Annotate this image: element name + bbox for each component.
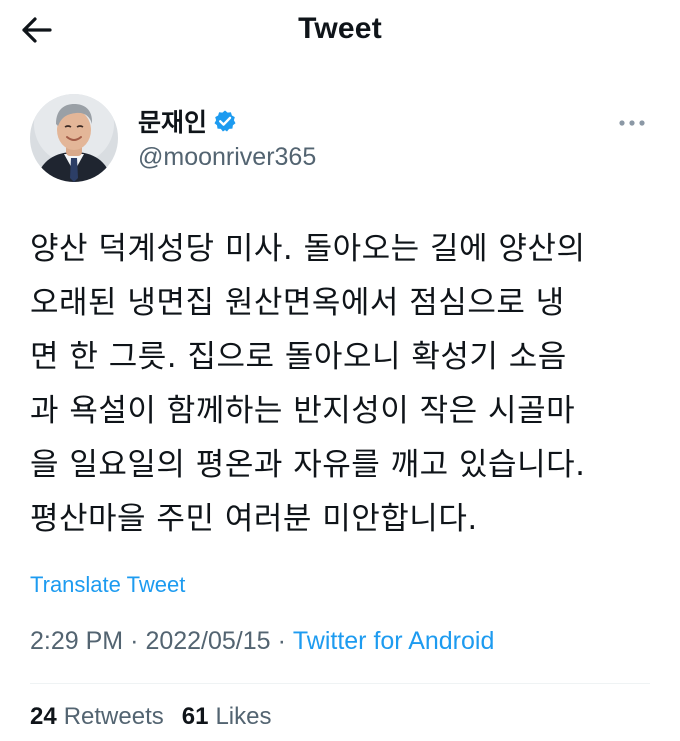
tweet-stats: 24 Retweets 61 Likes <box>30 703 289 731</box>
tweet-time[interactable]: 2:29 PM <box>30 627 123 656</box>
separator-dot: · <box>277 627 286 655</box>
author-handle[interactable]: @moonriver365 <box>138 143 316 172</box>
separator-dot: · <box>130 627 139 655</box>
display-name[interactable]: 문재인 <box>138 103 207 139</box>
more-horizontal-icon <box>619 120 645 126</box>
retweets-count: 24 <box>30 703 57 730</box>
tweet-text: 양산 덕계성당 미사. 돌아오는 길에 양산의 오래된 냉면집 원산면옥에서 점… <box>30 231 586 537</box>
likes-stat[interactable]: 61 Likes <box>182 703 272 731</box>
tweet-source-link[interactable]: Twitter for Android <box>293 627 494 656</box>
tweet-date[interactable]: 2022/05/15 <box>145 627 270 656</box>
divider <box>30 683 650 684</box>
verified-badge-icon <box>213 109 237 133</box>
page-title: Tweet <box>298 12 382 45</box>
translate-tweet-link[interactable]: Translate Tweet <box>30 572 185 598</box>
likes-label: Likes <box>215 703 272 730</box>
avatar[interactable] <box>30 94 118 182</box>
top-bar: Tweet <box>0 0 680 62</box>
profile-photo <box>30 94 118 182</box>
likes-count: 61 <box>181 703 209 730</box>
author-name-row: 문재인 <box>138 104 237 138</box>
tweet-metadata: 2:29 PM · 2022/05/15 · Twitter for Andro… <box>30 627 494 656</box>
more-button[interactable] <box>612 108 652 138</box>
retweets-stat[interactable]: 24 Retweets <box>30 703 164 731</box>
retweets-label: Retweets <box>63 703 164 730</box>
